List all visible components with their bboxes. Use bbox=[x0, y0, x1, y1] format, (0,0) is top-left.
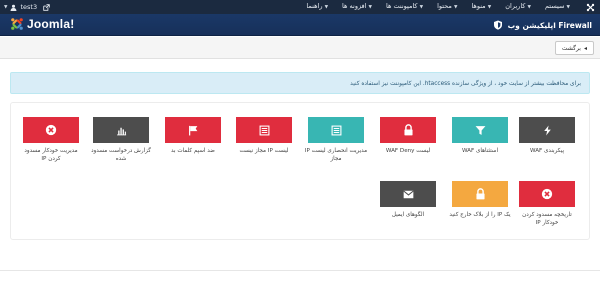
tile-blocked-requests-report-label: گزارش درخواست مسدود شده bbox=[91, 148, 151, 162]
menu-extensions[interactable]: افزونه ها ▼ bbox=[336, 0, 380, 15]
list-icon bbox=[331, 125, 341, 135]
bar-chart-icon bbox=[116, 127, 126, 135]
tile-antispam-bad-words[interactable] bbox=[165, 117, 221, 143]
caret-down-icon: ▼ bbox=[4, 4, 8, 10]
tile-unblock-ip[interactable] bbox=[452, 181, 508, 207]
tile-ip-not-allowed[interactable] bbox=[236, 117, 292, 143]
tile-auto-ip-block-history-label: تاریخچه مسدود کردن خودکار IP bbox=[522, 212, 572, 226]
tile-exclusive-allowed-ip[interactable] bbox=[308, 117, 364, 143]
arrow-left-icon: ◂ bbox=[583, 44, 587, 52]
menu-content[interactable]: محتوا ▼ bbox=[431, 0, 465, 15]
menu-system[interactable]: سیستم ▼ bbox=[539, 0, 578, 15]
menu-help[interactable]: راهنما ▼ bbox=[300, 0, 336, 15]
tile-waf-deny-list-label: لیست WAF Deny bbox=[385, 148, 431, 154]
username: test3 bbox=[20, 3, 38, 11]
filter-icon bbox=[475, 125, 485, 135]
menu-help-label: راهنما bbox=[306, 2, 323, 10]
envelope-icon bbox=[402, 190, 414, 198]
menu-menus[interactable]: منوها ▼ bbox=[465, 0, 499, 15]
menu-components-label: کامپوننت ها bbox=[386, 2, 418, 10]
menu-users[interactable]: کاربران ▼ bbox=[499, 0, 539, 15]
info-alert-text: برای محافظت بیشتر از سایت خود ، از ویژگی… bbox=[350, 81, 581, 87]
tile-email-templates-label: الگوهای ایمیل bbox=[391, 212, 425, 218]
menu-components[interactable]: کامپوننت ها ▼ bbox=[380, 0, 431, 15]
caret-down-icon: ▼ bbox=[566, 5, 570, 10]
footer-divider bbox=[0, 270, 600, 271]
toolbar: برگشت ◂ bbox=[0, 37, 600, 59]
menu-content-label: محتوا bbox=[437, 2, 452, 10]
caret-down-icon: ▼ bbox=[324, 5, 329, 10]
unlock-icon bbox=[475, 188, 485, 200]
user-area: ▼ test3 bbox=[4, 0, 50, 14]
admin-menu: سیستم ▼ کاربران ▼ منوها ▼ محتوا ▼ کامپون… bbox=[300, 0, 596, 14]
joomla-small-icon[interactable] bbox=[584, 1, 596, 13]
bolt-icon bbox=[543, 125, 551, 135]
tile-waf-deny-list[interactable] bbox=[380, 117, 436, 143]
admin-top-navbar: سیستم ▼ کاربران ▼ منوها ▼ محتوا ▼ کامپون… bbox=[0, 0, 600, 14]
tile-auto-ip-block-management-label: مدیریت خودکار مسدود کردن IP bbox=[24, 148, 78, 162]
caret-down-icon: ▼ bbox=[419, 5, 424, 10]
info-alert: برای محافظت بیشتر از سایت خود ، از ویژگی… bbox=[10, 72, 590, 94]
tile-antispam-bad-words-label: ضد اسپم کلمات بد bbox=[171, 148, 215, 154]
menu-extensions-label: افزونه ها bbox=[342, 2, 367, 10]
joomla-logo-icon bbox=[11, 18, 23, 30]
tile-ip-not-allowed-label: لیست IP مجاز نیست bbox=[239, 148, 289, 154]
menu-menus-label: منوها bbox=[471, 2, 486, 10]
menu-users-label: کاربران bbox=[505, 2, 526, 10]
lock-icon bbox=[403, 124, 413, 136]
external-link-icon[interactable] bbox=[43, 3, 50, 11]
tile-waf-exceptions[interactable] bbox=[452, 117, 508, 143]
tile-auto-ip-block-history[interactable] bbox=[519, 181, 575, 207]
tile-unblock-ip-label: یک IP را از بلاک خارج کنید bbox=[449, 212, 511, 218]
ban-icon bbox=[45, 124, 57, 136]
logo-text: Joomla! bbox=[27, 17, 75, 31]
caret-down-icon: ▼ bbox=[487, 5, 492, 10]
back-button-label: برگشت bbox=[561, 44, 581, 52]
joomla-logo[interactable]: Joomla! bbox=[10, 17, 74, 31]
page-title: اپلیکیشن وب Firewall bbox=[507, 20, 592, 30]
page-title-area: اپلیکیشن وب Firewall bbox=[493, 14, 592, 36]
tile-waf-exceptions-label: استثناهای WAF bbox=[461, 148, 499, 154]
tile-waf-config[interactable] bbox=[519, 117, 575, 143]
ban-icon bbox=[541, 188, 553, 200]
caret-down-icon: ▼ bbox=[453, 5, 458, 10]
user-icon bbox=[11, 4, 17, 11]
tile-blocked-requests-report[interactable] bbox=[93, 117, 149, 143]
page-header: Joomla! اپلیکیشن وب Firewall bbox=[0, 14, 600, 36]
menu-system-label: سیستم bbox=[544, 2, 565, 10]
tile-auto-ip-block-management[interactable] bbox=[23, 117, 79, 143]
user-menu[interactable]: ▼ test3 bbox=[4, 3, 37, 11]
tile-exclusive-allowed-ip-label: مدیریت انحصاری لیست IP مجاز bbox=[304, 148, 368, 162]
tile-email-templates[interactable] bbox=[380, 181, 436, 207]
shield-icon bbox=[493, 20, 502, 30]
back-button[interactable]: برگشت ◂ bbox=[554, 41, 594, 55]
list-icon bbox=[259, 125, 269, 135]
tile-waf-config-label: پیکربندی WAF bbox=[529, 148, 565, 154]
dashboard-panel: پیکربندی WAF استثناهای WAF لیست WAF Deny… bbox=[10, 102, 590, 240]
caret-down-icon: ▼ bbox=[368, 5, 373, 10]
flag-icon bbox=[188, 125, 197, 135]
caret-down-icon: ▼ bbox=[527, 5, 531, 10]
